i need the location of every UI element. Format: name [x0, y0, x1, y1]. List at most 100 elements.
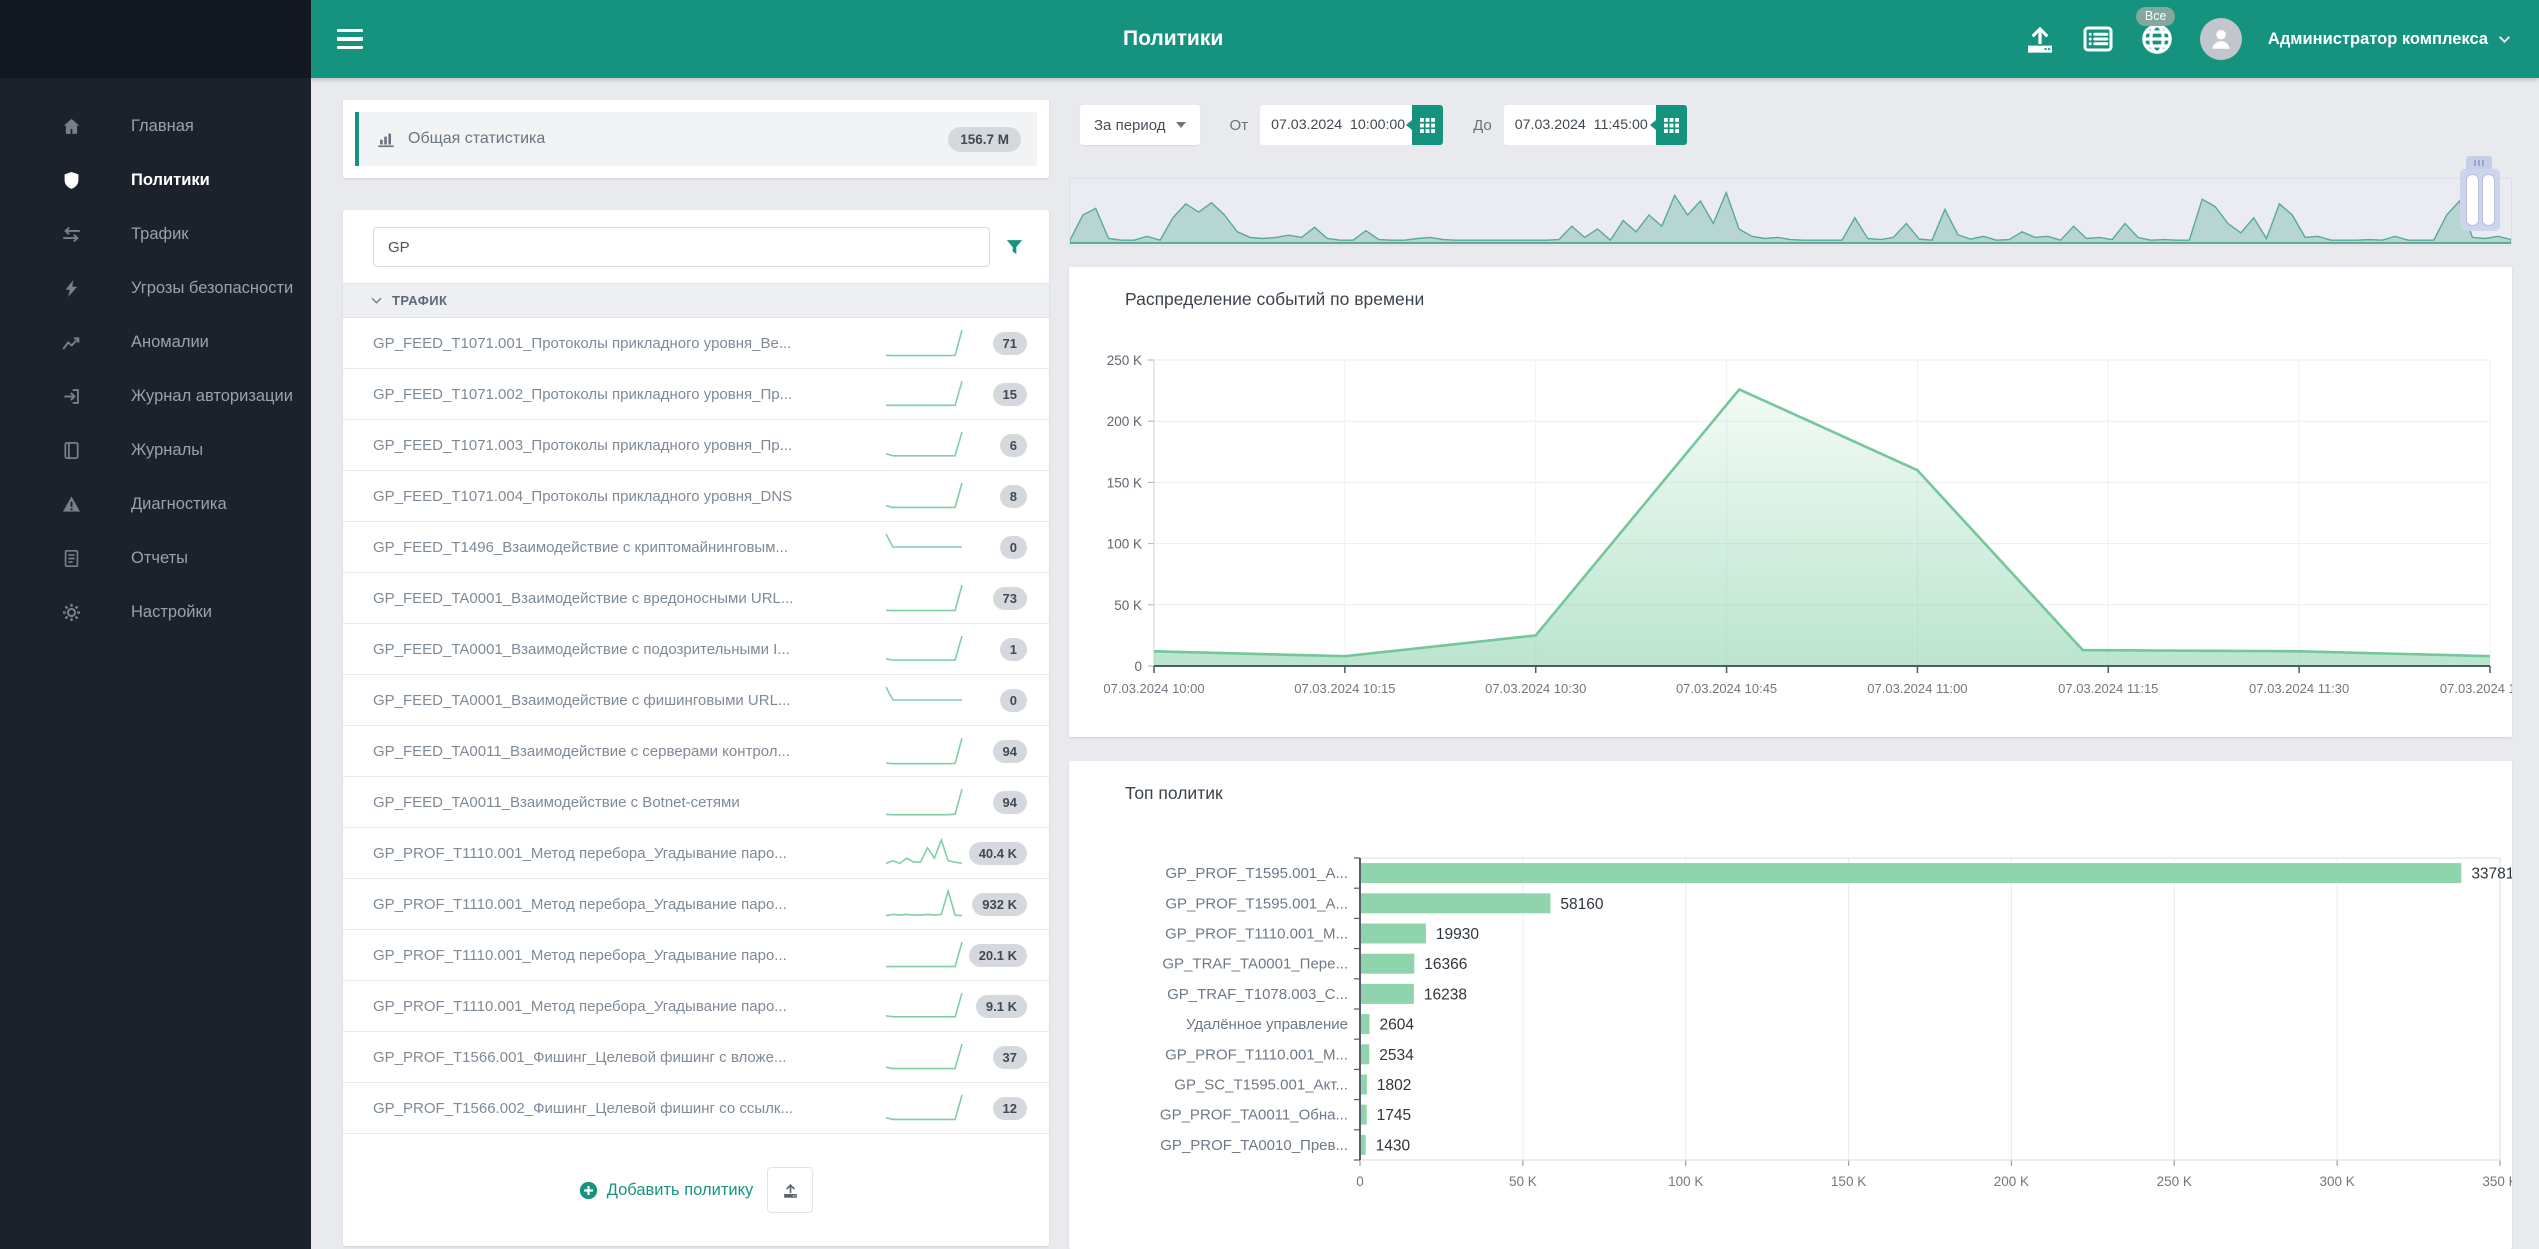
- policy-count-badge: 12: [993, 1097, 1027, 1120]
- events-over-time-chart: 250 K200 K150 K100 K50 K007.03.2024 10:0…: [1069, 267, 2512, 737]
- timeline-handle-grip[interactable]: [2466, 156, 2492, 170]
- from-calendar-button[interactable]: [1412, 105, 1443, 145]
- page-title: Политики: [1123, 0, 1223, 78]
- timeline-overview[interactable]: [1069, 178, 2512, 246]
- policy-sparkline: [883, 887, 965, 921]
- sidebar-item-9[interactable]: Отчеты: [0, 531, 311, 585]
- sidebar-item-label: Журнал авторизации: [131, 387, 293, 406]
- bar-chart-icon: [377, 130, 396, 149]
- policy-row[interactable]: GP_FEED_TA0011_Взаимодействие с Botnet-с…: [343, 777, 1049, 828]
- policy-row[interactable]: GP_PROF_T1110.001_Метод перебора_Угадыва…: [343, 981, 1049, 1032]
- svg-text:GP_TRAF_TA0001_Пере...: GP_TRAF_TA0001_Пере...: [1162, 956, 1348, 973]
- policy-count-badge-wrap: 0: [965, 689, 1027, 712]
- policy-row[interactable]: GP_FEED_TA0001_Взаимодействие с подозрит…: [343, 624, 1049, 675]
- top-policies-card: Топ политик 050 K100 K150 K200 K250 K300…: [1069, 761, 2512, 1249]
- overall-stats-row[interactable]: Общая статистика 156.7 M: [355, 112, 1037, 166]
- scope-globe-icon[interactable]: Все: [2140, 22, 2174, 56]
- app-window: ГлавнаяПолитикиТрафикУгрозы безопасности…: [0, 0, 2539, 1249]
- svg-text:1430: 1430: [1376, 1137, 1411, 1154]
- policy-count-badge-wrap: 94: [965, 791, 1027, 814]
- policy-count-badge: 1: [1000, 638, 1027, 661]
- svg-text:16366: 16366: [1424, 956, 1467, 973]
- policy-sparkline: [883, 734, 965, 768]
- policy-row[interactable]: GP_FEED_T1071.004_Протоколы прикладного …: [343, 471, 1049, 522]
- group-label: ТРАФИК: [392, 293, 447, 308]
- sidebar-item-10[interactable]: Настройки: [0, 585, 311, 639]
- timeline-range-handle[interactable]: [2460, 169, 2500, 231]
- avatar[interactable]: [2200, 18, 2242, 60]
- event-list-icon[interactable]: [2082, 23, 2114, 55]
- policy-count-badge-wrap: 1: [965, 638, 1027, 661]
- group-header-traffic[interactable]: ТРАФИК: [343, 283, 1049, 318]
- export-icon[interactable]: [2024, 23, 2056, 55]
- policy-row[interactable]: GP_PROF_T1110.001_Метод перебора_Угадыва…: [343, 828, 1049, 879]
- policy-row[interactable]: GP_PROF_T1110.001_Метод перебора_Угадыва…: [343, 879, 1049, 930]
- policy-name: GP_FEED_T1071.002_Протоколы прикладного …: [373, 386, 883, 403]
- from-label: От: [1230, 117, 1249, 134]
- to-date-input[interactable]: [1504, 105, 1656, 145]
- report-icon: [62, 548, 88, 568]
- policy-rows: GP_FEED_T1071.001_Протоколы прикладного …: [343, 318, 1049, 1134]
- period-label: За период: [1094, 117, 1166, 134]
- sidebar-item-label: Настройки: [131, 603, 212, 622]
- user-menu[interactable]: Администратор комплекса: [2268, 30, 2511, 49]
- to-calendar-button[interactable]: [1656, 105, 1687, 145]
- policy-name: GP_PROF_T1110.001_Метод перебора_Угадыва…: [373, 998, 883, 1015]
- policy-search-row: [343, 210, 1049, 283]
- svg-text:0: 0: [1356, 1174, 1364, 1189]
- overall-stats-count: 156.7 M: [948, 127, 1021, 152]
- add-policy-row: Добавить политику: [343, 1134, 1049, 1246]
- sidebar-item-1[interactable]: Главная: [0, 99, 311, 153]
- sidebar-item-4[interactable]: Угрозы безопасности: [0, 261, 311, 315]
- period-select[interactable]: За период: [1080, 105, 1200, 145]
- sidebar-item-6[interactable]: Журнал авторизации: [0, 369, 311, 423]
- policy-sparkline: [883, 836, 965, 870]
- policy-row[interactable]: GP_PROF_T1566.001_Фишинг_Целевой фишинг …: [343, 1032, 1049, 1083]
- policy-sparkline: [883, 479, 965, 513]
- sidebar-item-5[interactable]: Аномалии: [0, 315, 311, 369]
- policy-row[interactable]: GP_FEED_T1071.001_Протоколы прикладного …: [343, 318, 1049, 369]
- policy-sparkline: [883, 530, 965, 564]
- policy-row[interactable]: GP_FEED_TA0001_Взаимодействие с фишингов…: [343, 675, 1049, 726]
- policy-row[interactable]: GP_PROF_T1566.002_Фишинг_Целевой фишинг …: [343, 1083, 1049, 1134]
- from-date-input[interactable]: [1260, 105, 1412, 145]
- timeline-overview-chart: [1070, 179, 2511, 245]
- svg-text:GP_PROF_T1595.001_A...: GP_PROF_T1595.001_A...: [1165, 865, 1348, 882]
- svg-text:100 K: 100 K: [1107, 537, 1142, 552]
- policy-search-input[interactable]: [373, 227, 990, 267]
- policy-row[interactable]: GP_FEED_T1496_Взаимодействие с криптомай…: [343, 522, 1049, 573]
- policy-count-badge-wrap: 6: [965, 434, 1027, 457]
- sidebar-item-label: Журналы: [131, 441, 203, 460]
- sidebar-logo-area: [0, 0, 311, 78]
- svg-text:07.03.2024 10:30: 07.03.2024 10:30: [1485, 681, 1586, 696]
- sidebar-item-8[interactable]: Диагностика: [0, 477, 311, 531]
- overall-stats-card: Общая статистика 156.7 M: [343, 100, 1049, 178]
- svg-text:GP_SC_T1595.001_Акт...: GP_SC_T1595.001_Акт...: [1174, 1077, 1348, 1094]
- import-policy-button[interactable]: [767, 1167, 813, 1213]
- svg-text:2604: 2604: [1379, 1017, 1414, 1034]
- traffic-icon: [62, 224, 88, 244]
- policy-row[interactable]: GP_FEED_TA0011_Взаимодействие с серверам…: [343, 726, 1049, 777]
- filter-funnel-icon[interactable]: [1006, 239, 1023, 256]
- policy-count-badge-wrap: 12: [965, 1097, 1027, 1120]
- menu-toggle-icon[interactable]: [337, 24, 367, 54]
- policy-count-badge-wrap: 40.4 K: [965, 842, 1027, 865]
- svg-text:GP_PROF_T1595.001_A...: GP_PROF_T1595.001_A...: [1165, 895, 1348, 912]
- svg-text:Удалённое управление: Удалённое управление: [1186, 1016, 1348, 1033]
- policy-row[interactable]: GP_FEED_TA0001_Взаимодействие с вредонос…: [343, 573, 1049, 624]
- add-policy-button[interactable]: Добавить политику: [579, 1181, 754, 1200]
- sidebar-item-7[interactable]: Журналы: [0, 423, 311, 477]
- sidebar-item-3[interactable]: Трафик: [0, 207, 311, 261]
- policy-name: GP_FEED_TA0011_Взаимодействие с серверам…: [373, 743, 883, 760]
- sidebar-item-2[interactable]: Политики: [0, 153, 311, 207]
- policy-count-badge-wrap: 15: [965, 383, 1027, 406]
- policy-count-badge: 932 K: [972, 893, 1027, 916]
- to-date-group: [1504, 105, 1687, 145]
- policy-row[interactable]: GP_PROF_T1110.001_Метод перебора_Угадыва…: [343, 930, 1049, 981]
- calendar-grid-icon: [1420, 118, 1435, 133]
- svg-text:07.03.2024 11:30: 07.03.2024 11:30: [2249, 681, 2349, 696]
- policy-row[interactable]: GP_FEED_T1071.002_Протоколы прикладного …: [343, 369, 1049, 420]
- policy-row[interactable]: GP_FEED_T1071.003_Протоколы прикладного …: [343, 420, 1049, 471]
- svg-text:200 K: 200 K: [1107, 414, 1142, 429]
- svg-text:07.03.2024 11:00: 07.03.2024 11:00: [1867, 681, 1967, 696]
